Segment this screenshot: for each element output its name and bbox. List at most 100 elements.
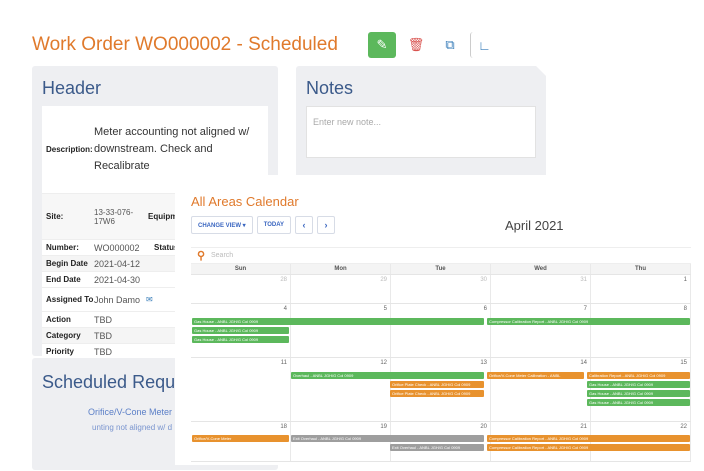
calendar-month-label: April 2021 [505, 218, 564, 233]
work-order-title: Work Order WO000002 - Scheduled [32, 34, 338, 55]
day-number: 29 [380, 277, 387, 283]
calendar-event[interactable]: Gas House - ANBL JGH/G Col 0909 [587, 399, 690, 406]
calendar-card: All Areas Calendar CHANGE VIEW ▾ TODAY ‹… [175, 175, 700, 465]
calendar-event[interactable]: Orifice Plate Check - ANBL JGH/G Col 090… [390, 381, 484, 388]
end-date-value: 2021-04-30 [94, 274, 141, 285]
day-number: 20 [480, 424, 487, 430]
site-value: 13-33-076-17W6 [94, 207, 134, 226]
calendar-search[interactable]: ⚲ Search [191, 247, 691, 264]
day-number: 15 [680, 360, 687, 366]
end-date-label: End Date [46, 275, 81, 284]
calendar-day[interactable]: 14 [491, 358, 591, 421]
dow-mon: Mon [291, 264, 391, 274]
change-view-button[interactable]: CHANGE VIEW ▾ [191, 216, 253, 234]
calendar-event[interactable]: Gas House - ANBL JGH/G Col 0909 [192, 318, 484, 325]
calendar-day[interactable]: 12 [291, 358, 391, 421]
category-label: Category [46, 331, 81, 340]
notes-panel: Notes Enter new note... [296, 66, 546, 178]
calendar-day[interactable]: 29 [291, 275, 391, 303]
calendar-day[interactable]: 1 [591, 275, 691, 303]
begin-date-value: 2021-04-12 [94, 258, 141, 269]
search-icon[interactable]: ⚲ [191, 249, 211, 262]
day-of-week-header: Sun Mon Tue Wed Thu [191, 264, 691, 275]
ruler-icon[interactable]: ∟ [470, 32, 498, 58]
calendar-day[interactable]: 31 [491, 275, 591, 303]
prev-month-button[interactable]: ‹ [295, 216, 314, 234]
day-number: 31 [580, 277, 587, 283]
action-value: TBD [94, 314, 112, 325]
mail-icon[interactable]: ✉ [146, 295, 153, 304]
calendar-day[interactable]: 28 [191, 275, 291, 303]
calendar-event[interactable]: Orifice/V-Cone Meter [192, 435, 289, 442]
calendar-event[interactable]: Overhaul - ANBL JGH/G Col 0909 [291, 372, 484, 379]
scheduled-link[interactable]: Orifice/V-Cone Meter [88, 407, 172, 417]
calendar-toolbar: CHANGE VIEW ▾ TODAY ‹ › [191, 216, 336, 234]
day-number: 28 [280, 277, 287, 283]
header-title: Header [42, 78, 102, 98]
next-month-button[interactable]: › [317, 216, 336, 234]
category-value: TBD [94, 330, 112, 341]
calendar-week-3: 11 12 13 14 15 Overhaul - ANBL JGH/G Col… [191, 358, 691, 422]
day-number: 30 [480, 277, 487, 283]
search-input[interactable]: Search [211, 252, 233, 259]
calendar-event[interactable]: Orifice/V-Cone Meter Calibration - ANBL [487, 372, 584, 379]
notes-title: Notes [306, 78, 354, 98]
day-number: 8 [683, 306, 687, 312]
copy-icon[interactable]: ⧉ [436, 32, 464, 58]
calendar-day[interactable]: 11 [191, 358, 291, 421]
work-order-actions: ✎ 🗑 ⧉ ∟ [368, 32, 498, 58]
assigned-value: John Damo [94, 294, 141, 305]
calendar-event[interactable]: Compressor Calibration Report - ANBL JGH… [487, 318, 690, 325]
calendar-event[interactable]: Exit Overhaul - ANBL JGH/G Col 0909 [390, 444, 484, 451]
dow-sun: Sun [191, 264, 291, 274]
calendar-event[interactable]: Compressor Calibration Report - ANBL JGH… [487, 444, 690, 451]
calendar-day[interactable]: 5 [291, 304, 391, 357]
pencil-icon[interactable]: ✎ [368, 32, 396, 58]
calendar-event[interactable]: Gas House - ANBL JGH/G Col 0909 [587, 390, 690, 397]
description-value: Meter accounting not aligned w/ downstre… [94, 126, 250, 172]
priority-value: TBD [94, 346, 112, 357]
screenshot-stage: Work Order WO000002 - Scheduled ✎ 🗑 ⧉ ∟ … [0, 0, 704, 471]
scheduled-link-description[interactable]: unting not aligned w/ d [92, 423, 172, 432]
day-number: 13 [480, 360, 487, 366]
number-label: Number: [46, 243, 79, 252]
action-label: Action [46, 315, 71, 324]
description-label: Description: [46, 145, 93, 154]
number-value: WO000002 [94, 242, 140, 253]
day-number: 1 [683, 277, 687, 283]
day-number: 5 [383, 306, 387, 312]
note-input[interactable]: Enter new note... [306, 106, 536, 158]
calendar-event[interactable]: Exit Overhaul - ANBL JGH/G Col 0909 [291, 435, 484, 442]
calendar-title: All Areas Calendar [191, 194, 299, 209]
calendar-week-4: 18 19 20 21 22 Orifice/V-Cone Meter Exit… [191, 422, 691, 462]
day-number: 18 [280, 424, 287, 430]
dow-tue: Tue [391, 264, 491, 274]
dow-thu: Thu [591, 264, 691, 274]
calendar-week-1: 28 29 30 31 1 [191, 275, 691, 304]
assigned-label: Assigned To [46, 295, 94, 304]
day-number: 14 [580, 360, 587, 366]
calendar-event[interactable]: Gas House - ANBL JGH/G Col 0909 [192, 336, 289, 343]
calendar-day[interactable]: 7 [491, 304, 591, 357]
calendar-event[interactable]: Gas House - ANBL JGH/G Col 0909 [587, 381, 690, 388]
priority-label: Priority [46, 347, 75, 356]
calendar-event[interactable]: Calibration Report - ANBL JGH/G Col 0909 [587, 372, 690, 379]
day-number: 11 [280, 360, 287, 366]
day-number: 22 [680, 424, 687, 430]
dow-wed: Wed [491, 264, 591, 274]
scheduled-title: Scheduled Reque [42, 372, 186, 392]
calendar-day[interactable]: 8 [591, 304, 691, 357]
calendar-event[interactable]: Gas House - ANBL JGH/G Col 0909 [192, 327, 289, 334]
day-number: 4 [283, 306, 287, 312]
day-number: 7 [583, 306, 587, 312]
calendar-event[interactable]: Compressor Calibration Report - ANBL JGH… [487, 435, 690, 442]
today-button[interactable]: TODAY [256, 216, 292, 234]
calendar-day[interactable]: 6 [391, 304, 491, 357]
begin-date-label: Begin Date [46, 259, 88, 268]
trash-icon[interactable]: 🗑 [402, 32, 430, 58]
calendar-event[interactable]: Orifice Plate Check - ANBL JGH/G Col 090… [390, 390, 484, 397]
site-label: Site: [46, 212, 64, 221]
calendar-grid: Sun Mon Tue Wed Thu 28 29 30 31 1 4 5 6 … [191, 264, 691, 462]
calendar-day[interactable]: 30 [391, 275, 491, 303]
day-number: 6 [483, 306, 487, 312]
